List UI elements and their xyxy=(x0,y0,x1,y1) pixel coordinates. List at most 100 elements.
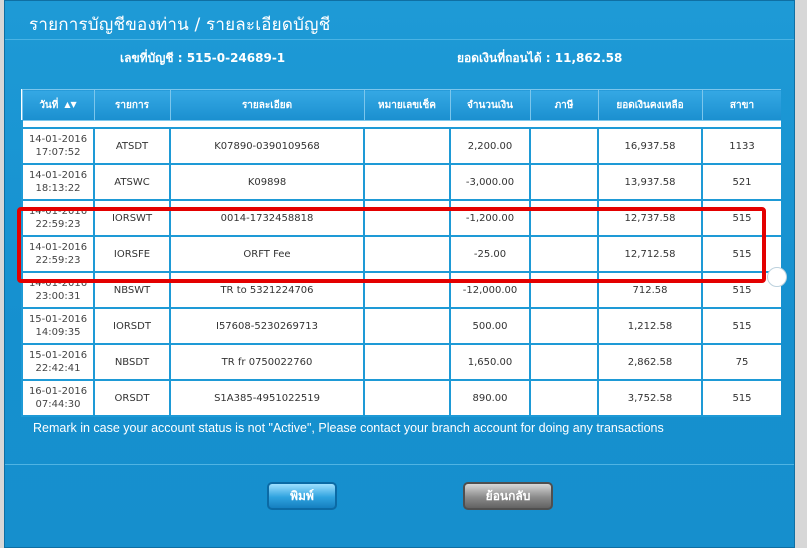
col-header-type: รายการ xyxy=(93,89,171,121)
cell-cheque xyxy=(363,343,451,381)
cell-type: IORSWT xyxy=(93,199,171,237)
cell-balance: 13,937.58 xyxy=(597,163,703,201)
cell-date: 14-01-2016 18:13:22 xyxy=(21,163,95,201)
transactions-table: วันที่ ▲▼ รายการ รายละเอียด หมายเลขเช็ค จ… xyxy=(21,89,781,417)
cell-date: 14-01-2016 22:59:23 xyxy=(21,199,95,237)
table-row[interactable]: 14-01-2016 23:00:31 NBSWT TR to 5321224706 -… xyxy=(21,271,781,309)
back-button[interactable]: ย้อนกลับ xyxy=(463,482,553,510)
cell-type: NBSDT xyxy=(93,343,171,381)
print-button[interactable]: พิมพ์ xyxy=(267,482,337,510)
cell-detail: K07890-0390109568 xyxy=(169,127,365,165)
cell-detail: K09898 xyxy=(169,163,365,201)
cell-tax xyxy=(529,271,599,309)
cell-amount: 2,200.00 xyxy=(449,127,531,165)
cell-date-day: 14-01-2016 xyxy=(28,278,88,289)
cell-date-time: 17:07:52 xyxy=(35,147,81,158)
table-row[interactable]: 14-01-2016 22:59:23 IORSWT 0014-1732458818 -… xyxy=(21,199,781,237)
cell-balance: 712.58 xyxy=(597,271,703,309)
cell-amount: -12,000.00 xyxy=(449,271,531,309)
table-row[interactable]: 15-01-2016 14:09:35 IORSDT I57608-523026971… xyxy=(21,307,781,345)
cell-cheque xyxy=(363,199,451,237)
cell-date: 14-01-2016 22:59:23 xyxy=(21,235,95,273)
cell-balance: 3,752.58 xyxy=(597,379,703,417)
cell-date-time: 22:59:23 xyxy=(35,255,81,266)
cell-type: NBSWT xyxy=(93,271,171,309)
cell-tax xyxy=(529,307,599,345)
dialog-title: รายการบัญชีของท่าน / รายละเอียดบัญชี xyxy=(29,15,331,35)
cell-tax xyxy=(529,379,599,417)
cell-date-time: 07:44:30 xyxy=(35,399,81,410)
cell-date-time: 18:13:22 xyxy=(35,183,81,194)
cell-date-day: 15-01-2016 xyxy=(28,314,88,325)
cell-cheque xyxy=(363,307,451,345)
cell-date: 14-01-2016 23:00:31 xyxy=(21,271,95,309)
cell-detail: S1A385-4951022519 xyxy=(169,379,365,417)
col-header-date[interactable]: วันที่ ▲▼ xyxy=(21,89,95,121)
cell-amount: 890.00 xyxy=(449,379,531,417)
cell-type: ATSDT xyxy=(93,127,171,165)
account-detail-dialog: รายการบัญชีของท่าน / รายละเอียดบัญชี เลข… xyxy=(4,0,795,548)
cell-cheque xyxy=(363,163,451,201)
cell-detail: TR fr 0750022760 xyxy=(169,343,365,381)
cell-date-day: 15-01-2016 xyxy=(28,350,88,361)
table-row[interactable]: 15-01-2016 22:42:41 NBSDT TR fr 0750022760 1… xyxy=(21,343,781,381)
cell-balance: 16,937.58 xyxy=(597,127,703,165)
cell-branch: 75 xyxy=(701,343,781,381)
cell-detail: 0014-1732458818 xyxy=(169,199,365,237)
table-row[interactable]: 14-01-2016 18:13:22 ATSWC K09898 -3,000.00 13… xyxy=(21,163,781,201)
cell-date: 14-01-2016 17:07:52 xyxy=(21,127,95,165)
cell-date-day: 14-01-2016 xyxy=(28,242,88,253)
cell-tax xyxy=(529,199,599,237)
cell-balance: 1,212.58 xyxy=(597,307,703,345)
title-divider xyxy=(5,39,794,40)
table-row[interactable]: 14-01-2016 17:07:52 ATSDT K07890-0390109568… xyxy=(21,127,781,165)
cell-cheque xyxy=(363,271,451,309)
cell-amount: -3,000.00 xyxy=(449,163,531,201)
table-header-row: วันที่ ▲▼ รายการ รายละเอียด หมายเลขเช็ค จ… xyxy=(21,89,781,121)
cell-branch: 1133 xyxy=(701,127,781,165)
table-row[interactable]: 16-01-2016 07:44:30 ORSDT S1A385-4951022519… xyxy=(21,379,781,417)
cell-type: ORSDT xyxy=(93,379,171,417)
cell-balance: 2,862.58 xyxy=(597,343,703,381)
cell-branch: 515 xyxy=(701,379,781,417)
col-header-cheque: หมายเลขเช็ค xyxy=(363,89,451,121)
scrollbar-thumb[interactable] xyxy=(767,267,787,287)
cell-tax xyxy=(529,127,599,165)
cell-detail: I57608-5230269713 xyxy=(169,307,365,345)
sort-icon[interactable]: ▲▼ xyxy=(64,100,76,109)
cell-date: 16-01-2016 07:44:30 xyxy=(21,379,95,417)
col-header-detail: รายละเอียด xyxy=(169,89,365,121)
footer-divider xyxy=(5,464,794,465)
cell-cheque xyxy=(363,379,451,417)
cell-tax xyxy=(529,235,599,273)
col-header-balance: ยอดเงินคงเหลือ xyxy=(597,89,703,121)
cell-amount: 1,650.00 xyxy=(449,343,531,381)
col-header-tax: ภาษี xyxy=(529,89,599,121)
cell-branch: 515 xyxy=(701,235,781,273)
col-header-branch: สาขา xyxy=(701,89,781,121)
cell-tax xyxy=(529,343,599,381)
available-balance-label: ยอดเงินที่ถอนได้ : 11,862.58 xyxy=(457,51,623,65)
cell-amount: -25.00 xyxy=(449,235,531,273)
cell-detail: TR to 5321224706 xyxy=(169,271,365,309)
cell-type: ATSWC xyxy=(93,163,171,201)
cell-date: 15-01-2016 22:42:41 xyxy=(21,343,95,381)
cell-branch: 515 xyxy=(701,307,781,345)
table-spacer-row xyxy=(21,120,781,129)
cell-date-day: 14-01-2016 xyxy=(28,206,88,217)
table-row[interactable]: 14-01-2016 22:59:23 IORSFE ORFT Fee -25.00 12… xyxy=(21,235,781,273)
cell-balance: 12,712.58 xyxy=(597,235,703,273)
cell-detail: ORFT Fee xyxy=(169,235,365,273)
cell-tax xyxy=(529,163,599,201)
cell-branch: 515 xyxy=(701,199,781,237)
cell-branch: 521 xyxy=(701,163,781,201)
account-number-label: เลขที่บัญชี : 515-0-24689-1 xyxy=(120,51,286,65)
cell-cheque xyxy=(363,235,451,273)
cell-balance: 12,737.58 xyxy=(597,199,703,237)
cell-type: IORSDT xyxy=(93,307,171,345)
cell-cheque xyxy=(363,127,451,165)
cell-date-day: 14-01-2016 xyxy=(28,170,88,181)
cell-amount: 500.00 xyxy=(449,307,531,345)
remark-text: Remark in case your account status is no… xyxy=(33,421,664,435)
transactions-table-container[interactable]: วันที่ ▲▼ รายการ รายละเอียด หมายเลขเช็ค จ… xyxy=(21,89,781,419)
